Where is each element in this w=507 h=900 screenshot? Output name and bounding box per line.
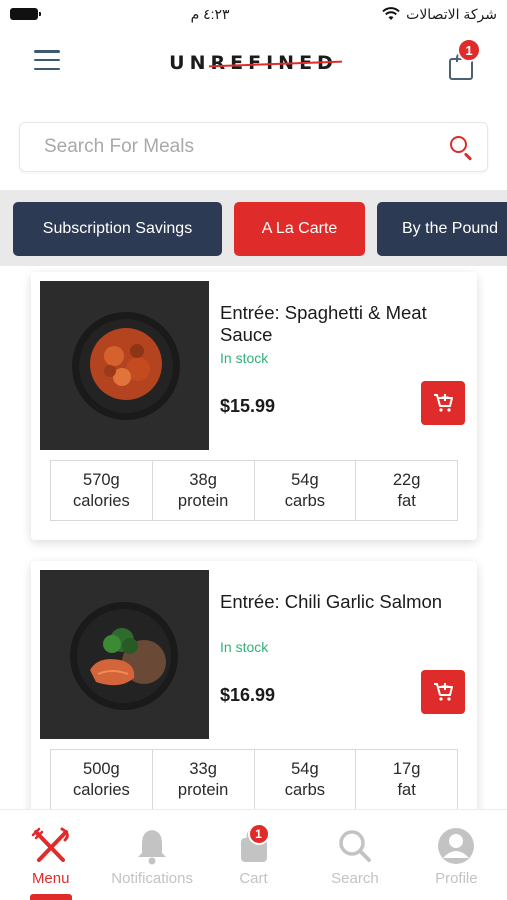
add-cart-icon (434, 683, 453, 701)
carrier-name: شركة الاتصالات (406, 5, 497, 22)
nutrition-calories: 570g calories (51, 461, 153, 520)
tab-subscription-savings[interactable]: Subscription Savings (13, 202, 222, 256)
search-input[interactable] (44, 136, 447, 158)
nutrition-label: carbs (284, 491, 326, 510)
status-bar: ٤:٢٣ م شركة الاتصالات (0, 0, 507, 28)
nutrition-carbs: 54g carbs (255, 461, 357, 520)
product-list: Entrée: Spaghetti & Meat Sauce In stock … (0, 266, 507, 809)
category-tabs: Subscription Savings A La Carte By the P… (0, 190, 507, 266)
product-card[interactable]: Entrée: Spaghetti & Meat Sauce In stock … (31, 272, 477, 540)
tab-by-the-pound[interactable]: By the Pound (377, 202, 507, 256)
app-header: UN REFINED 1 (0, 28, 507, 98)
logo-struck-text: REFINED (210, 52, 338, 74)
status-right: شركة الاتصالات (382, 6, 497, 23)
nav-label: Profile (435, 870, 478, 887)
product-price: $15.99 (220, 396, 276, 416)
nutrition-label: fat (397, 780, 416, 799)
nutrition-value: 33g (189, 759, 217, 778)
product-title[interactable]: Entrée: Chili Garlic Salmon (220, 591, 460, 613)
add-cart-icon (434, 394, 453, 412)
nutrition-table: 500g calories 33g protein 54g carbs 17g fat (50, 749, 458, 809)
nutrition-label: carbs (284, 780, 326, 799)
add-to-cart-button[interactable] (421, 381, 465, 425)
tab-a-la-carte[interactable]: A La Carte (234, 202, 365, 256)
nutrition-value: 570g (83, 470, 120, 489)
nutrition-table: 570g calories 38g protein 54g carbs 22g fat (50, 460, 458, 521)
nutrition-label: protein (177, 780, 229, 799)
wifi-icon (382, 7, 400, 20)
nutrition-value: 54g (291, 759, 319, 778)
search-icon (339, 830, 371, 862)
nav-profile[interactable]: Profile (406, 810, 507, 900)
search-icon[interactable] (447, 133, 475, 161)
nav-notifications[interactable]: Notifications (101, 810, 202, 900)
cart-nav-badge: 1 (247, 823, 270, 845)
nutrition-label: fat (397, 491, 416, 510)
search-bar (19, 122, 488, 172)
nutrition-calories: 500g calories (51, 750, 153, 809)
nutrition-carbs: 54g carbs (255, 750, 357, 809)
battery-icon (10, 8, 41, 20)
add-to-cart-button[interactable] (421, 670, 465, 714)
nutrition-value: 54g (291, 470, 319, 489)
hamburger-menu-icon[interactable] (34, 50, 60, 70)
active-indicator (29, 894, 72, 900)
status-time: ٤:٢٣ م (190, 5, 230, 22)
nav-search[interactable]: Search (304, 810, 405, 900)
nav-label: Menu (31, 870, 70, 887)
bell-icon (138, 830, 167, 865)
nutrition-fat: 22g fat (356, 461, 457, 520)
nutrition-fat: 17g fat (356, 750, 457, 809)
product-image-spaghetti (40, 281, 209, 450)
product-card[interactable]: Entrée: Chili Garlic Salmon In stock $16… (31, 561, 477, 809)
nav-menu[interactable]: Menu (0, 810, 101, 900)
nutrition-value: 17g (392, 759, 421, 778)
nutrition-value: 38g (189, 470, 217, 489)
nutrition-protein: 38g protein (153, 461, 255, 520)
nav-label: Cart (239, 870, 268, 887)
product-title[interactable]: Entrée: Spaghetti & Meat Sauce (220, 302, 460, 346)
nutrition-value: 500g (83, 759, 120, 778)
header-cart-button[interactable]: 1 (443, 38, 481, 80)
fork-knife-icon (31, 827, 69, 862)
nav-cart[interactable]: 1 Cart (203, 810, 304, 900)
nav-label: Search (331, 870, 379, 887)
logo-prefix: UN (169, 52, 211, 74)
nutrition-label: calories (72, 780, 130, 799)
nutrition-label: calories (72, 491, 130, 510)
stock-status: In stock (220, 639, 269, 655)
stock-status: In stock (220, 350, 269, 366)
nutrition-protein: 33g protein (153, 750, 255, 809)
brand-logo: UN REFINED (169, 52, 338, 74)
nav-label: Notifications (111, 870, 193, 887)
product-price: $16.99 (220, 685, 276, 705)
product-image-salmon (40, 570, 209, 739)
nutrition-label: protein (177, 491, 229, 510)
user-icon (438, 828, 475, 864)
nutrition-value: 22g (392, 470, 421, 489)
bottom-navigation: Menu Notifications 1 Cart Search Profile (0, 809, 507, 900)
cart-count-badge: 1 (457, 38, 481, 62)
